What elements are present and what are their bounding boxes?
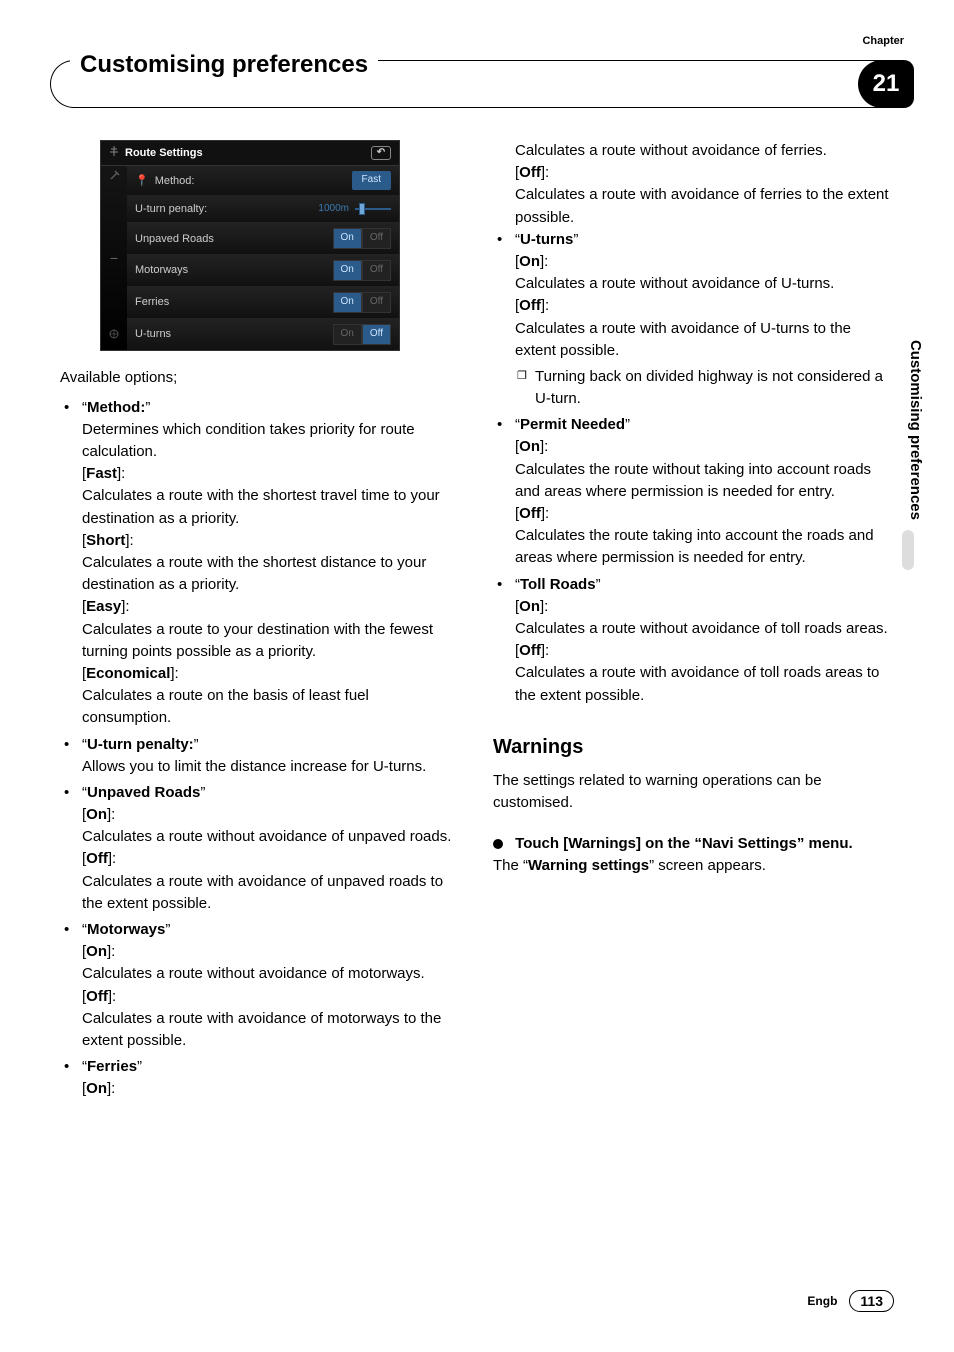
opt-permit: “Permit Needed” [On]: Calculates the rou… <box>515 414 894 569</box>
method-value-pill[interactable]: Fast <box>352 171 391 190</box>
opt-uturn-penalty: “U-turn penalty:” Allows you to limit th… <box>82 734 461 778</box>
screenshot-title-bar: Route Settings ↶ <box>101 141 399 166</box>
toggle-uturns[interactable]: On Off <box>333 324 392 345</box>
toggle-motorways[interactable]: On Off <box>333 260 392 281</box>
toggle-unpaved[interactable]: On Off <box>333 228 392 249</box>
right-options-list: “U-turns” [On]: Calculates a route witho… <box>493 229 894 707</box>
wrench-icon[interactable] <box>108 170 120 187</box>
row-motorways[interactable]: Motorways On Off <box>127 255 399 287</box>
uturns-note-list: Turning back on divided highway is not c… <box>515 366 894 410</box>
uturns-note: Turning back on divided highway is not c… <box>535 366 894 410</box>
screenshot-sidebar: − <box>101 166 127 349</box>
warnings-heading: Warnings <box>493 733 894 763</box>
toggle-ferries[interactable]: On Off <box>333 292 392 313</box>
ferries-off-desc: Calculates a route with avoidance of fer… <box>493 184 894 228</box>
page-header: Customising preferences Chapter 21 <box>0 0 954 120</box>
left-options-list: “Method:” Determines which condition tak… <box>60 397 461 1101</box>
penalty-slider[interactable]: 1000m <box>318 202 391 217</box>
opt-motorways: “Motorways” [On]: Calculates a route wit… <box>82 919 461 1052</box>
left-column: Route Settings ↶ − 📍Method: Fast U-turn <box>60 140 461 1105</box>
warnings-result: The “Warning settings” screen appears. <box>493 855 894 877</box>
row-unpaved[interactable]: Unpaved Roads On Off <box>127 223 399 255</box>
screenshot-title: Route Settings <box>125 145 203 161</box>
footer-lang: Engb <box>807 1294 837 1308</box>
page-footer: Engb 113 <box>807 1290 894 1312</box>
minus-icon[interactable]: − <box>110 248 118 269</box>
back-icon[interactable]: ↶ <box>371 146 391 160</box>
row-uturns[interactable]: U-turns On Off <box>127 319 399 350</box>
chapter-number-badge: 21 <box>858 60 914 108</box>
opt-uturns: “U-turns” [On]: Calculates a route witho… <box>515 229 894 411</box>
chapter-label: Chapter <box>862 35 904 47</box>
row-uturn-penalty[interactable]: U-turn penalty: 1000m <box>127 196 399 223</box>
satellite-icon[interactable] <box>108 328 120 345</box>
signal-icon <box>109 145 119 161</box>
opt-ferries: “Ferries” [On]: <box>82 1056 461 1100</box>
row-method[interactable]: 📍Method: Fast <box>127 166 399 196</box>
right-column: Calculates a route without avoidance of … <box>493 140 894 1105</box>
pin-icon: 📍 <box>135 173 149 189</box>
footer-page-number: 113 <box>849 1290 894 1312</box>
ferries-on-continuation: Calculates a route without avoidance of … <box>493 140 894 162</box>
warnings-step: Touch [Warnings] on the “Navi Settings” … <box>493 833 894 855</box>
step-bullet-icon <box>493 839 503 849</box>
screenshot-rows: 📍Method: Fast U-turn penalty: 1000m Unpa… <box>127 166 399 349</box>
page-title: Customising preferences <box>70 51 378 79</box>
side-tab-label: Customising preferences <box>907 340 924 520</box>
available-options-label: Available options; <box>60 367 461 389</box>
side-tab-decor <box>902 530 914 570</box>
opt-method: “Method:” Determines which condition tak… <box>82 397 461 730</box>
content-columns: Route Settings ↶ − 📍Method: Fast U-turn <box>0 120 954 1105</box>
route-settings-screenshot: Route Settings ↶ − 📍Method: Fast U-turn <box>100 140 400 351</box>
opt-unpaved: “Unpaved Roads” [On]: Calculates a route… <box>82 782 461 915</box>
warnings-intro: The settings related to warning operatio… <box>493 770 894 814</box>
row-ferries[interactable]: Ferries On Off <box>127 287 399 319</box>
opt-toll: “Toll Roads” [On]: Calculates a route wi… <box>515 574 894 707</box>
